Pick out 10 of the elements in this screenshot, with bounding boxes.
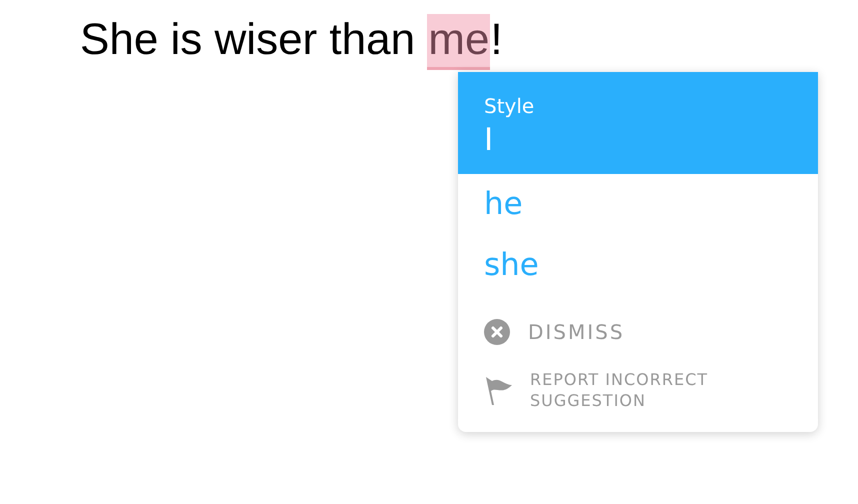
flag-icon xyxy=(484,375,512,406)
sentence-punctuation: ! xyxy=(490,14,503,66)
close-icon xyxy=(484,318,510,345)
suggestion-item[interactable]: he xyxy=(458,174,818,235)
report-button[interactable]: REPORT INCORRECT SUGGESTION xyxy=(530,368,760,412)
suggestion-item[interactable]: she xyxy=(458,234,818,295)
suggestion-item[interactable]: Style I xyxy=(458,72,818,174)
dismiss-button[interactable]: DISMISS xyxy=(528,320,625,344)
sentence-text: She is wiser than xyxy=(80,14,416,66)
flagged-word[interactable]: me xyxy=(427,14,490,70)
